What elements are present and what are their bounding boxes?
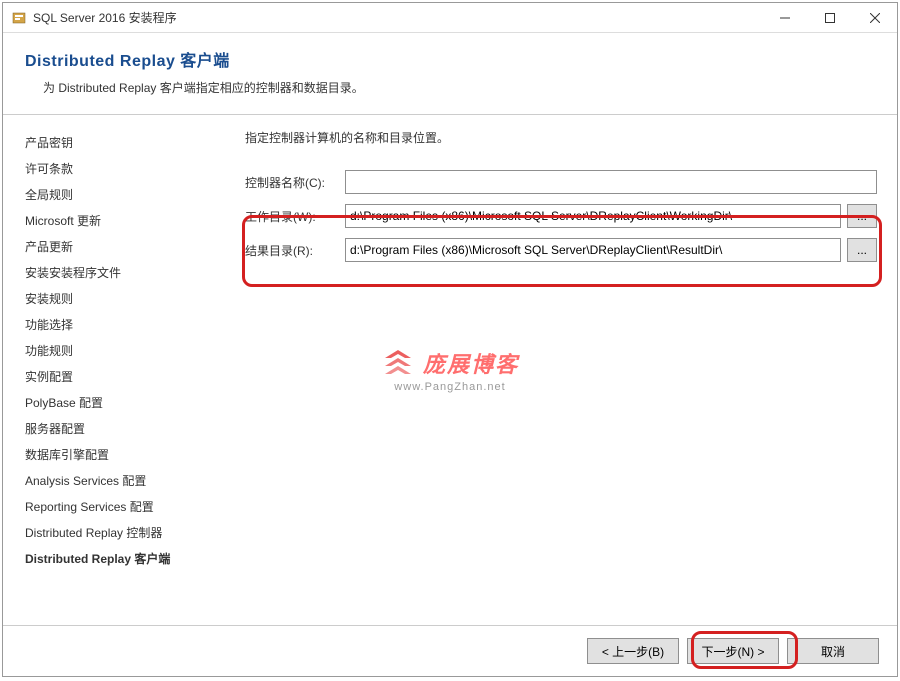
cancel-button[interactable]: 取消: [787, 638, 879, 664]
sidebar-item-license[interactable]: 许可条款: [25, 155, 213, 181]
sidebar-item-polybase-config[interactable]: PolyBase 配置: [25, 389, 213, 415]
controller-name-row: 控制器名称(C):: [245, 170, 877, 194]
result-dir-browse-button[interactable]: ...: [847, 238, 877, 262]
sidebar-item-db-engine-config[interactable]: 数据库引擎配置: [25, 441, 213, 467]
window-frame: SQL Server 2016 安装程序 Distributed Replay …: [2, 2, 898, 677]
result-dir-label: 结果目录(R):: [245, 242, 345, 259]
header: Distributed Replay 客户端 为 Distributed Rep…: [3, 33, 897, 115]
sidebar-item-install-rules[interactable]: 安装规则: [25, 285, 213, 311]
working-dir-row: 工作目录(W): ...: [245, 204, 877, 228]
sidebar-item-feature-rules[interactable]: 功能规则: [25, 337, 213, 363]
minimize-button[interactable]: [762, 3, 807, 32]
sidebar-item-ms-update[interactable]: Microsoft 更新: [25, 207, 213, 233]
controller-name-input[interactable]: [345, 170, 877, 194]
window-title: SQL Server 2016 安装程序: [33, 9, 762, 26]
main-intro: 指定控制器计算机的名称和目录位置。: [245, 129, 877, 146]
sidebar-item-reporting-services[interactable]: Reporting Services 配置: [25, 493, 213, 519]
sidebar-item-server-config[interactable]: 服务器配置: [25, 415, 213, 441]
result-dir-input[interactable]: [345, 238, 841, 262]
next-button[interactable]: 下一步(N) >: [687, 638, 779, 664]
working-dir-browse-button[interactable]: ...: [847, 204, 877, 228]
maximize-button[interactable]: [807, 3, 852, 32]
sidebar-item-instance-config[interactable]: 实例配置: [25, 363, 213, 389]
sidebar: 产品密钥 许可条款 全局规则 Microsoft 更新 产品更新 安装安装程序文…: [3, 115, 223, 625]
back-button[interactable]: < 上一步(B): [587, 638, 679, 664]
working-dir-input[interactable]: [345, 204, 841, 228]
sidebar-item-analysis-services[interactable]: Analysis Services 配置: [25, 467, 213, 493]
app-icon: [11, 10, 27, 26]
sidebar-item-install-setup-files[interactable]: 安装安装程序文件: [25, 259, 213, 285]
sidebar-item-dreplay-client[interactable]: Distributed Replay 客户端: [25, 545, 213, 571]
sidebar-item-product-update[interactable]: 产品更新: [25, 233, 213, 259]
page-title: Distributed Replay 客户端: [25, 47, 875, 71]
sidebar-item-global-rules[interactable]: 全局规则: [25, 181, 213, 207]
sidebar-item-dreplay-controller[interactable]: Distributed Replay 控制器: [25, 519, 213, 545]
titlebar: SQL Server 2016 安装程序: [3, 3, 897, 33]
working-dir-label: 工作目录(W):: [245, 208, 345, 225]
body-area: 产品密钥 许可条款 全局规则 Microsoft 更新 产品更新 安装安装程序文…: [3, 115, 897, 625]
sidebar-item-product-key[interactable]: 产品密钥: [25, 129, 213, 155]
footer: < 上一步(B) 下一步(N) > 取消: [3, 625, 897, 676]
result-dir-row: 结果目录(R): ...: [245, 238, 877, 262]
main-panel: 指定控制器计算机的名称和目录位置。 控制器名称(C): 工作目录(W): ...…: [223, 115, 897, 625]
window-controls: [762, 3, 897, 32]
sidebar-item-feature-selection[interactable]: 功能选择: [25, 311, 213, 337]
controller-name-label: 控制器名称(C):: [245, 174, 345, 191]
close-button[interactable]: [852, 3, 897, 32]
page-description: 为 Distributed Replay 客户端指定相应的控制器和数据目录。: [43, 79, 875, 96]
